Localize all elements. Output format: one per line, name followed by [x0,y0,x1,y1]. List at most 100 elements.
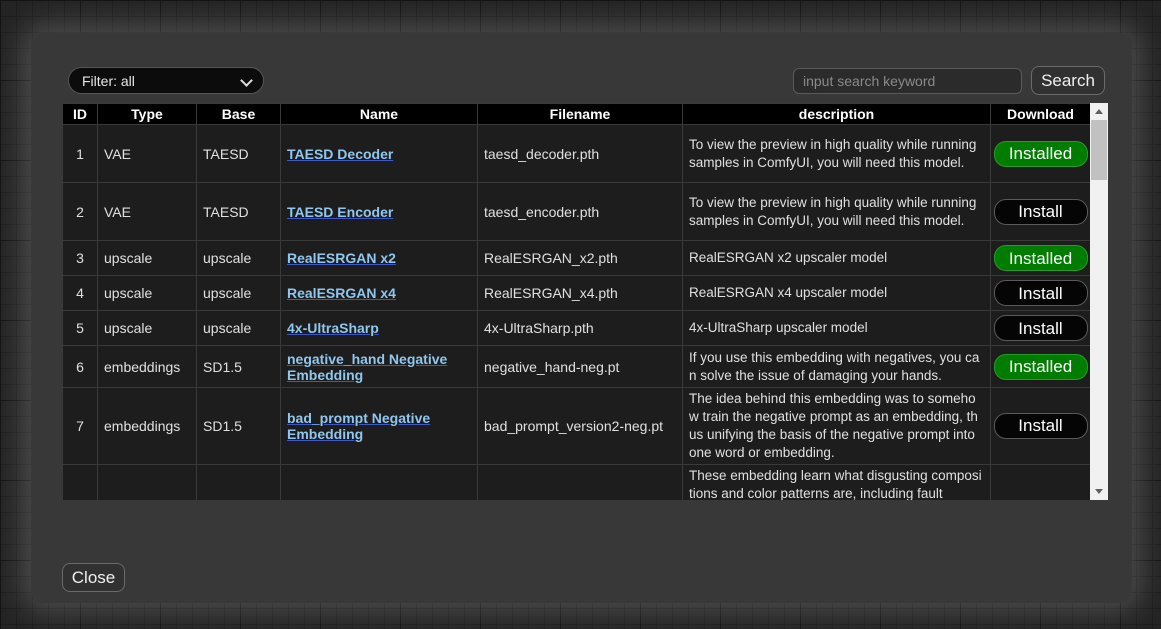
table-row: 3 upscale upscale RealESRGAN x2 RealESRG… [63,241,1091,276]
cell-description: RealESRGAN x4 upscaler model [683,276,991,311]
cell-base: SD1.5 [197,346,281,388]
cell-type: upscale [98,241,197,276]
cell-download: Installed [991,346,1091,388]
cell-name: RealESRGAN x4 [281,276,478,311]
cell-description: To view the preview in high quality whil… [683,125,991,183]
close-button[interactable]: Close [62,563,125,592]
install-button[interactable]: Install [994,280,1088,306]
cell-name: bad_prompt Negative Embedding [281,388,478,465]
cell-id: 7 [63,388,98,465]
model-table-container: ID Type Base Name Filename description D… [62,103,1090,500]
cell-filename: 4x-UltraSharp.pth [478,311,683,346]
install-button[interactable]: Installed [994,141,1088,167]
filter-select[interactable]: Filter: all [68,67,264,94]
cell-filename [478,464,683,500]
install-button[interactable]: Install [994,199,1088,225]
cell-download: Install [991,311,1091,346]
scrollbar-track[interactable] [1090,120,1108,483]
search-button[interactable]: Search [1031,66,1105,95]
column-header-base: Base [197,104,281,125]
cell-name: RealESRGAN x2 [281,241,478,276]
install-button[interactable]: Installed [994,354,1088,380]
column-header-type: Type [98,104,197,125]
cell-download: Installed [991,125,1091,183]
model-name-link[interactable]: 4x-UltraSharp [287,320,379,336]
install-button[interactable]: Installed [994,245,1088,271]
cell-download: Install [991,388,1091,465]
model-table: ID Type Base Name Filename description D… [62,103,1090,500]
cell-name: TAESD Decoder [281,125,478,183]
cell-base: TAESD [197,125,281,183]
column-header-name: Name [281,104,478,125]
column-header-download: Download [991,104,1091,125]
model-name-link[interactable]: RealESRGAN x4 [287,285,396,301]
column-header-description: description [683,104,991,125]
cell-name [281,464,478,500]
table-row: 2 VAE TAESD TAESD Encoder taesd_encoder.… [63,183,1091,241]
cell-description: The idea behind this embedding was to so… [683,388,991,465]
scrollbar-thumb[interactable] [1091,120,1107,180]
cell-name: negative_hand Negative Embedding [281,346,478,388]
cell-base: SD1.5 [197,388,281,465]
cell-base: TAESD [197,183,281,241]
cell-description: These embedding learn what disgusting co… [683,464,991,500]
cell-base: upscale [197,241,281,276]
scroll-up-button[interactable] [1090,103,1108,120]
cell-download [991,464,1091,500]
cell-id: 2 [63,183,98,241]
cell-id: 5 [63,311,98,346]
cell-description: To view the preview in high quality whil… [683,183,991,241]
cell-filename: bad_prompt_version2-neg.pt [478,388,683,465]
cell-download: Installed [991,241,1091,276]
cell-type: upscale [98,276,197,311]
install-button[interactable]: Install [994,413,1088,439]
table-row: 5 upscale upscale 4x-UltraSharp 4x-Ultra… [63,311,1091,346]
column-header-filename: Filename [478,104,683,125]
cell-filename: taesd_decoder.pth [478,125,683,183]
cell-id: 4 [63,276,98,311]
cell-filename: RealESRGAN_x2.pth [478,241,683,276]
scroll-down-icon [1095,489,1103,494]
cell-type: embeddings [98,346,197,388]
cell-type [98,464,197,500]
model-name-link[interactable]: TAESD Decoder [287,146,393,162]
install-button[interactable]: Install [994,315,1088,341]
model-name-link[interactable]: TAESD Encoder [287,204,393,220]
model-manager-dialog: Filter: all Search ID Type Base Name Fil… [31,33,1132,603]
table-row: These embedding learn what disgusting co… [63,464,1091,500]
cell-filename: RealESRGAN_x4.pth [478,276,683,311]
table-row: 4 upscale upscale RealESRGAN x4 RealESRG… [63,276,1091,311]
cell-filename: negative_hand-neg.pt [478,346,683,388]
cell-base: upscale [197,311,281,346]
table-row: 1 VAE TAESD TAESD Decoder taesd_decoder.… [63,125,1091,183]
cell-description: RealESRGAN x2 upscaler model [683,241,991,276]
cell-id: 6 [63,346,98,388]
cell-type: VAE [98,183,197,241]
cell-download: Install [991,276,1091,311]
cell-id [63,464,98,500]
model-name-link[interactable]: negative_hand Negative Embedding [287,351,447,383]
cell-type: upscale [98,311,197,346]
cell-type: embeddings [98,388,197,465]
model-name-link[interactable]: RealESRGAN x2 [287,250,396,266]
search-input[interactable] [793,68,1022,94]
cell-id: 3 [63,241,98,276]
table-scrollbar[interactable] [1090,103,1108,500]
cell-type: VAE [98,125,197,183]
column-header-id: ID [63,104,98,125]
scroll-down-button[interactable] [1090,483,1108,500]
cell-id: 1 [63,125,98,183]
scroll-up-icon [1095,109,1103,114]
cell-filename: taesd_encoder.pth [478,183,683,241]
table-row: 7 embeddings SD1.5 bad_prompt Negative E… [63,388,1091,465]
cell-base [197,464,281,500]
cell-name: TAESD Encoder [281,183,478,241]
model-name-link[interactable]: bad_prompt Negative Embedding [287,410,430,442]
model-table-body: 1 VAE TAESD TAESD Decoder taesd_decoder.… [63,125,1091,501]
table-header-row: ID Type Base Name Filename description D… [63,104,1091,125]
cell-description: 4x-UltraSharp upscaler model [683,311,991,346]
cell-base: upscale [197,276,281,311]
cell-name: 4x-UltraSharp [281,311,478,346]
table-row: 6 embeddings SD1.5 negative_hand Negativ… [63,346,1091,388]
cell-description: If you use this embedding with negatives… [683,346,991,388]
